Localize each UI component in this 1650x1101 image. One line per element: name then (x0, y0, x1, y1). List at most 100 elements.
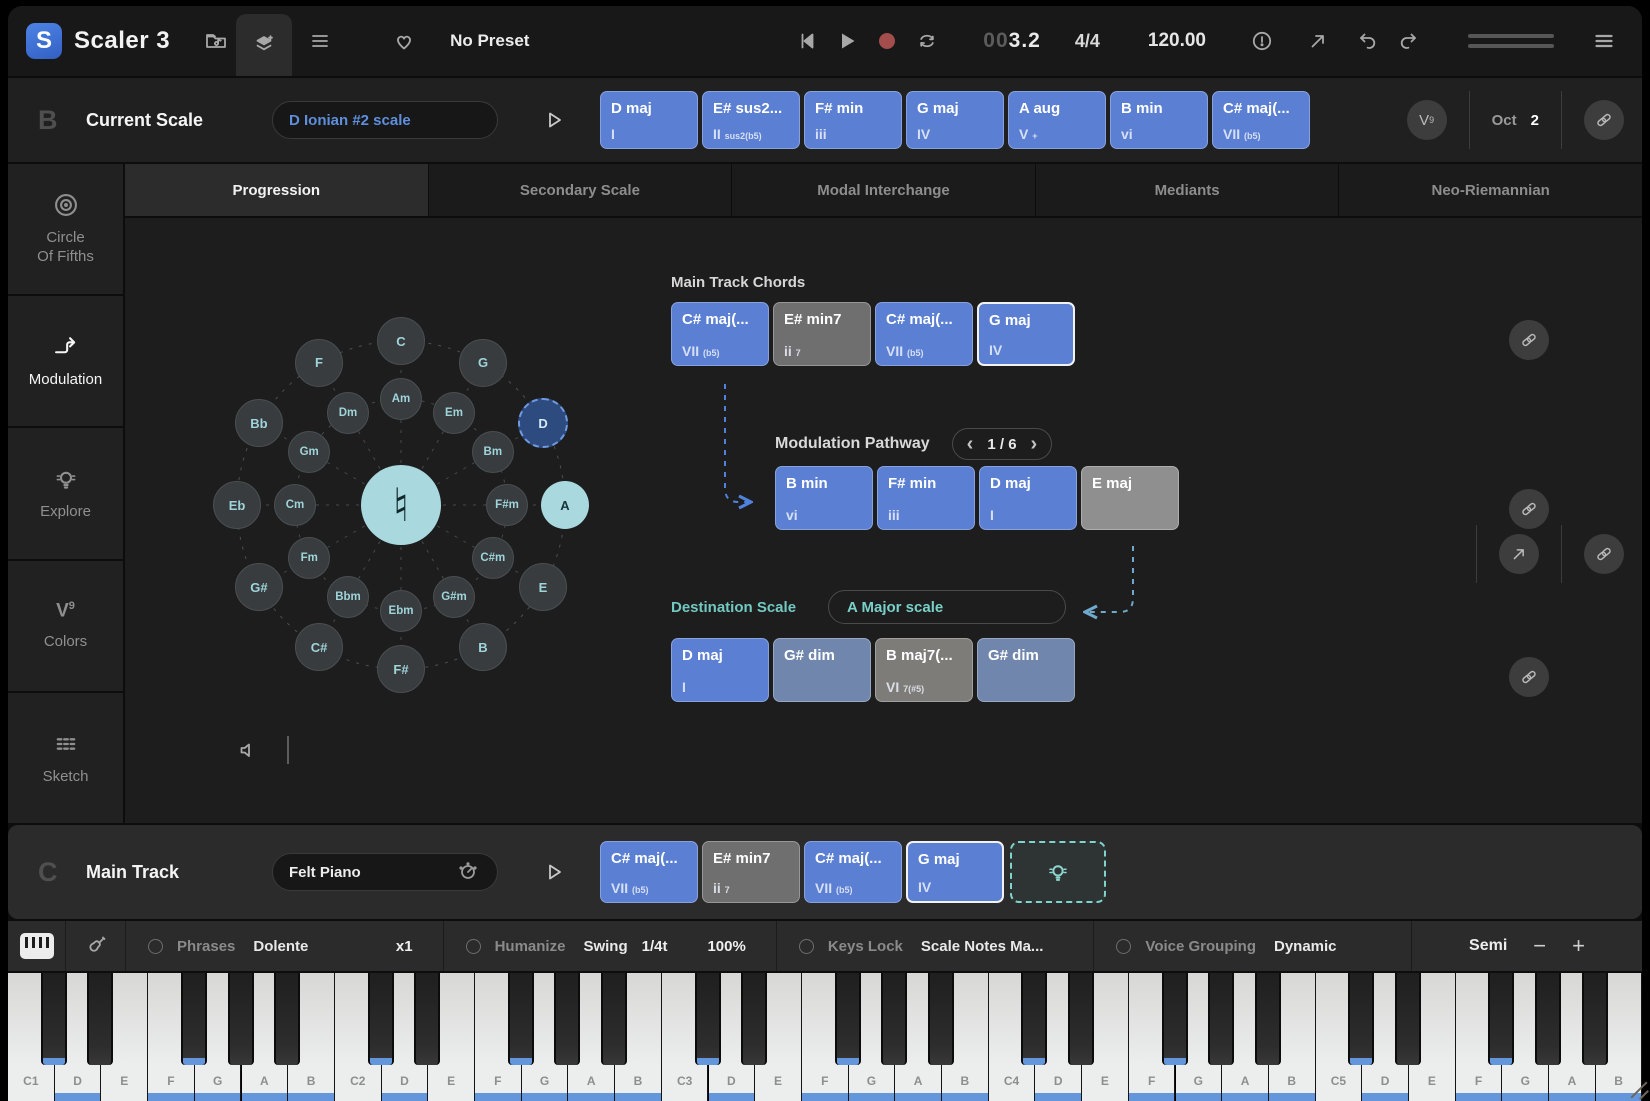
cof-major-bb[interactable]: Bb (235, 399, 283, 447)
list-view-icon[interactable] (300, 21, 340, 61)
cof-minor-gm[interactable]: Gm (288, 431, 330, 473)
black-key-d#2[interactable] (414, 973, 440, 1065)
keyboard-view-button[interactable] (20, 933, 54, 959)
tab-secondary-scale[interactable]: Secondary Scale (429, 164, 732, 216)
favorite-heart-icon[interactable] (384, 21, 424, 61)
cof-minor-em[interactable]: Em (433, 392, 475, 434)
cof-major-c#[interactable]: C# (295, 623, 343, 671)
setting-extra[interactable]: 1/4t (642, 938, 668, 955)
setting-extra[interactable]: x1 (396, 938, 413, 955)
track-play-button[interactable] (534, 852, 574, 892)
cof-minor-dm[interactable]: Dm (327, 392, 369, 434)
chord-g#-dim[interactable]: G# dim (977, 638, 1075, 702)
chord-g-maj[interactable]: G majIV (977, 302, 1075, 366)
instrument-knob-icon[interactable] (455, 859, 481, 885)
sidebar-item-sketch[interactable]: Sketch (8, 693, 123, 823)
browser-icon[interactable] (196, 21, 236, 61)
black-key-c#1[interactable] (41, 973, 67, 1065)
black-key-a#4[interactable] (1255, 973, 1281, 1065)
cof-major-e[interactable]: E (519, 563, 567, 611)
skip-start-button[interactable] (787, 21, 827, 61)
chord-b-min[interactable]: B minvi (775, 466, 873, 530)
setting-value[interactable]: Scale Notes Ma... (921, 938, 1044, 955)
cof-minor-g#m[interactable]: G#m (433, 576, 475, 618)
cof-major-f[interactable]: F (295, 339, 343, 387)
share-arrow-icon[interactable] (1298, 21, 1338, 61)
chord-a-aug[interactable]: A augV + (1008, 91, 1106, 149)
scale-name-input[interactable]: D Ionian #2 scale (272, 101, 498, 139)
tab-neo-riemannian[interactable]: Neo-Riemannian (1339, 164, 1642, 216)
cof-major-d[interactable]: D (518, 398, 568, 448)
chord-c#-maj-[interactable]: C# maj(...VII (b5) (1212, 91, 1310, 149)
setting-value[interactable]: Dolente (253, 938, 308, 955)
cof-major-eb[interactable]: Eb (213, 481, 261, 529)
resize-grip[interactable] (1626, 1077, 1648, 1099)
chord-g#-dim[interactable]: G# dim (773, 638, 871, 702)
chord-f#-min[interactable]: F# miniii (877, 466, 975, 530)
chord-c#-maj-[interactable]: C# maj(...VII (b5) (600, 841, 698, 903)
chord-g-maj[interactable]: G majIV (906, 841, 1004, 903)
undo-button[interactable] (1348, 21, 1388, 61)
sidebar-item-explore[interactable]: Explore (8, 428, 123, 558)
tab-mediants[interactable]: Mediants (1036, 164, 1339, 216)
play-button[interactable] (827, 21, 867, 61)
black-key-d#4[interactable] (1068, 973, 1094, 1065)
loop-button[interactable] (907, 21, 947, 61)
black-key-c#3[interactable] (695, 973, 721, 1065)
setting-value[interactable]: Dynamic (1274, 938, 1337, 955)
cof-major-b[interactable]: B (459, 623, 507, 671)
black-key-f#5[interactable] (1488, 973, 1514, 1065)
black-key-g#4[interactable] (1208, 973, 1234, 1065)
cof-center-natural[interactable]: ♮ (361, 465, 441, 545)
radio-toggle[interactable] (1116, 939, 1131, 954)
black-key-a#5[interactable] (1582, 973, 1608, 1065)
chord-e#-min7[interactable]: E# min7ii 7 (702, 841, 800, 903)
tab-main-view[interactable] (236, 14, 292, 76)
time-signature[interactable]: 4/4 (1075, 31, 1100, 52)
black-key-a#2[interactable] (601, 973, 627, 1065)
record-button[interactable] (867, 21, 907, 61)
pager-prev-icon[interactable]: ‹ (967, 434, 974, 454)
chord-d-maj[interactable]: D majI (671, 638, 769, 702)
destination-scale-input[interactable]: A Major scale (828, 590, 1066, 624)
cof-minor-am[interactable]: Am (380, 378, 422, 420)
black-key-c#2[interactable] (368, 973, 394, 1065)
semi-plus-button[interactable]: + (1572, 935, 1585, 957)
circle-volume-control[interactable] (237, 730, 289, 770)
chord-c#-maj-[interactable]: C# maj(...VII (b5) (875, 302, 973, 366)
black-key-g#3[interactable] (881, 973, 907, 1065)
chord-d-maj[interactable]: D majI (600, 91, 698, 149)
radio-toggle[interactable] (799, 939, 814, 954)
sidebar-item-modulation[interactable]: Modulation (8, 296, 123, 426)
window-drag-handle[interactable] (1468, 34, 1554, 48)
black-key-g#2[interactable] (554, 973, 580, 1065)
cof-minor-bbm[interactable]: Bbm (327, 576, 369, 618)
cof-major-f#[interactable]: F# (377, 645, 425, 693)
cof-minor-fm[interactable]: Fm (288, 537, 330, 579)
chord-c#-maj-[interactable]: C# maj(...VII (b5) (804, 841, 902, 903)
black-key-c#4[interactable] (1021, 973, 1047, 1065)
cof-major-c[interactable]: C (377, 317, 425, 365)
black-key-f#2[interactable] (508, 973, 534, 1065)
cof-minor-cm[interactable]: Cm (274, 484, 316, 526)
black-key-a#1[interactable] (274, 973, 300, 1065)
row-link-button-3[interactable] (1509, 657, 1549, 697)
black-key-g#5[interactable] (1535, 973, 1561, 1065)
cof-minor-f#m[interactable]: F#m (486, 484, 528, 526)
cof-minor-c#m[interactable]: C#m (472, 537, 514, 579)
cof-major-g[interactable]: G (459, 339, 507, 387)
chord-c#-maj-[interactable]: C# maj(...VII (b5) (671, 302, 769, 366)
tempo-value[interactable]: 120.00 (1148, 30, 1206, 52)
chord-d-maj[interactable]: D majI (979, 466, 1077, 530)
track-link-button[interactable] (1584, 534, 1624, 574)
scale-play-button[interactable] (534, 100, 574, 140)
black-key-f#4[interactable] (1162, 973, 1188, 1065)
row-link-button-2[interactable] (1509, 489, 1549, 529)
black-key-d#1[interactable] (87, 973, 113, 1065)
voicing-button[interactable]: V9 (1407, 100, 1447, 140)
radio-toggle[interactable] (466, 939, 481, 954)
cof-minor-ebm[interactable]: Ebm (380, 590, 422, 632)
alert-info-icon[interactable] (1242, 21, 1282, 61)
cof-minor-bm[interactable]: Bm (472, 431, 514, 473)
setting-value[interactable]: Swing (583, 938, 627, 955)
